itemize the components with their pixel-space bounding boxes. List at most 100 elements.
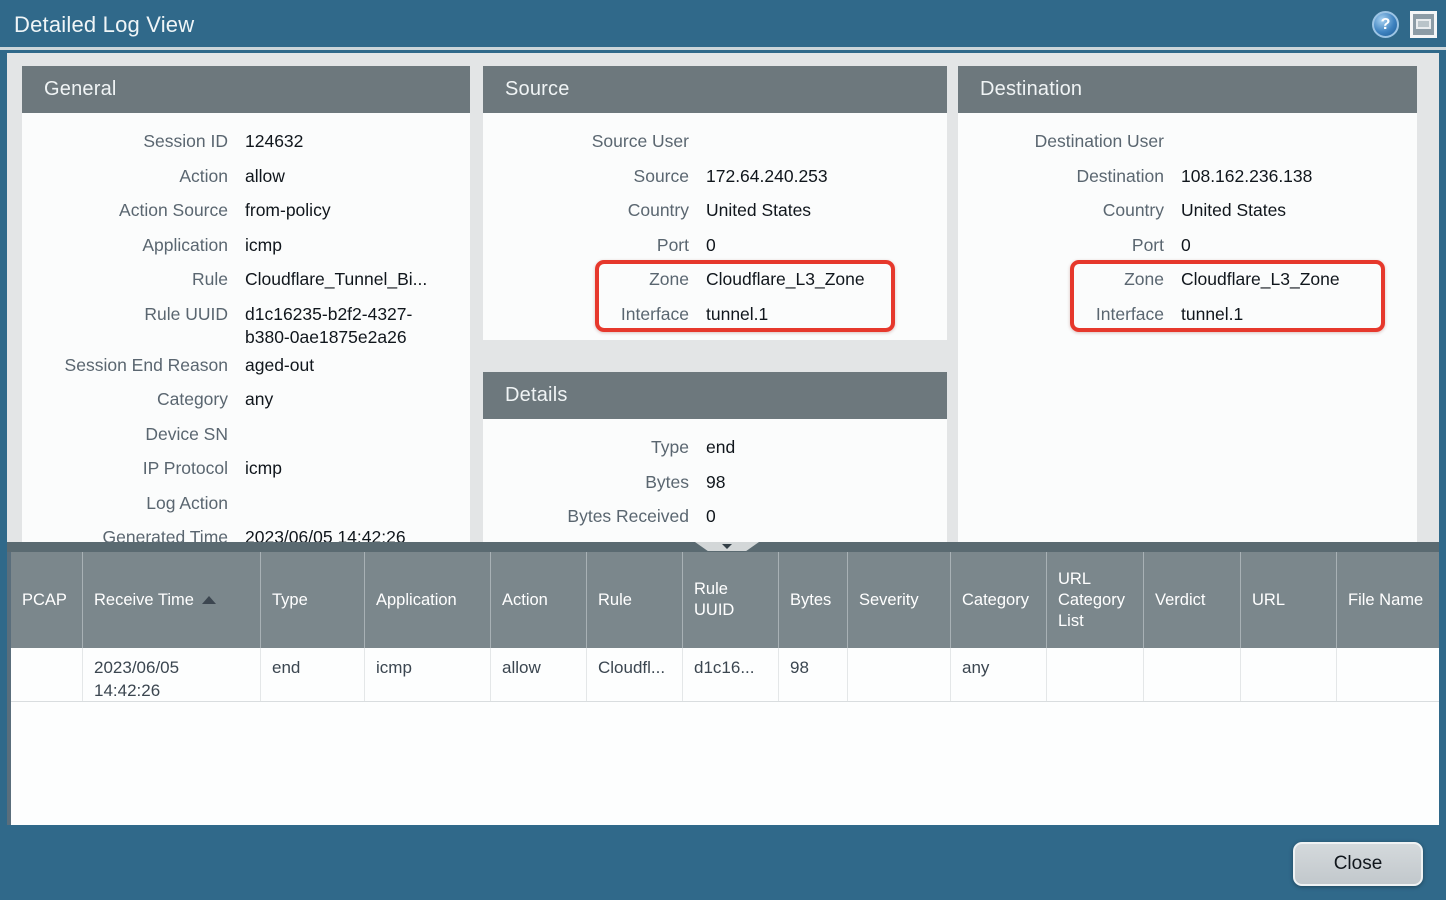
table-cell: end (261, 648, 365, 701)
field-row-source: Source 172.64.240.253 (483, 160, 947, 195)
chevron-down-icon (722, 544, 732, 549)
field-row-device-sn: Device SN (22, 418, 470, 453)
panel-general-body: Session ID124632ActionallowAction Source… (22, 113, 470, 542)
column-header-rule[interactable]: Rule (587, 552, 683, 648)
field-value: allow (245, 165, 470, 195)
field-label: Action (22, 165, 228, 195)
column-header-label: Rule (598, 590, 632, 611)
column-header-label: URL (1252, 590, 1285, 611)
field-row-log-action: Log Action (22, 487, 470, 522)
field-label: Zone (483, 268, 689, 298)
column-header-url[interactable]: URL (1241, 552, 1337, 648)
column-header-verdict[interactable]: Verdict (1144, 552, 1241, 648)
close-button[interactable]: Close (1293, 842, 1423, 886)
field-label: Country (483, 199, 689, 229)
field-row-ip-protocol: IP Protocolicmp (22, 452, 470, 487)
field-value: United States (706, 199, 947, 229)
column-header-label: Severity (859, 590, 919, 611)
panel-details-title: Details (483, 372, 947, 419)
panel-source: Source Source User Source 172.64.240.253 Cou… (483, 66, 947, 340)
panel-details-body: TypeendBytes98Bytes Received0 (483, 419, 947, 535)
help-icon[interactable]: ? (1372, 11, 1399, 38)
table-cell: Cloudfl... (587, 648, 683, 701)
splitter-collapse-handle[interactable] (695, 542, 759, 551)
field-row-port: Port 0 (958, 229, 1417, 264)
panel-general: GeneralSession ID124632ActionallowAction… (22, 66, 470, 542)
column-header-url-category-list[interactable]: URL Category List (1047, 552, 1144, 648)
table-cell: 2023/06/05 14:42:26 (83, 648, 261, 701)
field-label: Port (483, 234, 689, 264)
field-value: d1c16235-b2f2-4327-b380-0ae1875e2a26 (245, 303, 470, 349)
field-value (245, 492, 470, 522)
field-label: Type (483, 436, 689, 466)
table-row[interactable]: 2023/06/05 14:42:26endicmpallowCloudfl..… (11, 648, 1439, 702)
field-row-interface: Interfacetunnel.1 (958, 298, 1417, 333)
field-row-port: Port 0 (483, 229, 947, 264)
field-row-session-id: Session ID124632 (22, 125, 470, 160)
column-header-label: File Name (1348, 590, 1423, 611)
field-label: Session End Reason (22, 354, 228, 384)
window-restore-icon[interactable] (1410, 11, 1437, 38)
field-value (1181, 130, 1417, 160)
column-header-receive-time[interactable]: Receive Time (83, 552, 261, 648)
dialog-title: Detailed Log View (14, 12, 194, 38)
panel-destination: Destination Destination User Destination 10… (958, 66, 1417, 542)
column-header-pcap[interactable]: PCAP (11, 552, 83, 648)
horizontal-splitter (7, 542, 1439, 552)
table-cell (1144, 648, 1241, 701)
column-header-label: Bytes (790, 590, 831, 611)
field-label: Generated Time (22, 526, 228, 542)
column-header-rule-uuid[interactable]: Rule UUID (683, 552, 779, 648)
sort-ascending-icon (202, 596, 216, 604)
column-header-category[interactable]: Category (951, 552, 1047, 648)
field-label: Log Action (22, 492, 228, 522)
field-value: from-policy (245, 199, 470, 229)
field-value: United States (1181, 199, 1417, 229)
field-value: 172.64.240.253 (706, 165, 947, 195)
field-label: Destination User (958, 130, 1164, 160)
panel-details: DetailsTypeendBytes98Bytes Received0 (483, 372, 947, 542)
field-value: icmp (245, 457, 470, 487)
field-value: any (245, 388, 470, 418)
table-cell: allow (491, 648, 587, 701)
panel-source-title: Source (483, 66, 947, 113)
field-row-interface: Interfacetunnel.1 (483, 298, 947, 333)
column-header-action[interactable]: Action (491, 552, 587, 648)
field-row-rule: RuleCloudflare_Tunnel_Bi... (22, 263, 470, 298)
field-value: aged-out (245, 354, 470, 384)
column-header-application[interactable]: Application (365, 552, 491, 648)
field-label: Destination (958, 165, 1164, 195)
field-value: Cloudflare_Tunnel_Bi... (245, 268, 470, 298)
column-header-bytes[interactable]: Bytes (779, 552, 848, 648)
field-value: 2023/06/05 14:42:26 (245, 526, 470, 542)
column-header-label: Action (502, 590, 548, 611)
field-value: 108.162.236.138 (1181, 165, 1417, 195)
panel-destination-body: Destination User Destination 108.162.236.1… (958, 113, 1417, 332)
field-row-zone: ZoneCloudflare_L3_Zone (483, 263, 947, 298)
table-body: 2023/06/05 14:42:26endicmpallowCloudfl..… (11, 648, 1439, 702)
field-value: 124632 (245, 130, 470, 160)
column-header-label: URL Category List (1058, 569, 1132, 632)
field-value: 0 (706, 234, 947, 264)
field-row-source-user: Source User (483, 125, 947, 160)
table-cell: icmp (365, 648, 491, 701)
column-header-type[interactable]: Type (261, 552, 365, 648)
field-value: 0 (1181, 234, 1417, 264)
table-cell (848, 648, 951, 701)
field-label: Port (958, 234, 1164, 264)
table-cell: 98 (779, 648, 848, 701)
field-value: Cloudflare_L3_Zone (1181, 268, 1417, 298)
dialog-footer: Close (0, 825, 1446, 900)
field-row-destination-user: Destination User (958, 125, 1417, 160)
field-row-rule-uuid: Rule UUID d1c16235-b2f2-4327-b380-0ae1875… (22, 298, 470, 349)
panel-destination-title: Destination (958, 66, 1417, 113)
field-row-action-source: Action Source from-policy (22, 194, 470, 229)
column-header-label: PCAP (22, 590, 67, 611)
column-header-severity[interactable]: Severity (848, 552, 951, 648)
field-label: Action Source (22, 199, 228, 229)
field-label: Rule UUID (22, 303, 228, 349)
field-label: Source (483, 165, 689, 195)
column-header-file-name[interactable]: File Name (1337, 552, 1439, 648)
field-row-bytes-received: Bytes Received0 (483, 500, 947, 535)
field-row-type: Typeend (483, 431, 947, 466)
